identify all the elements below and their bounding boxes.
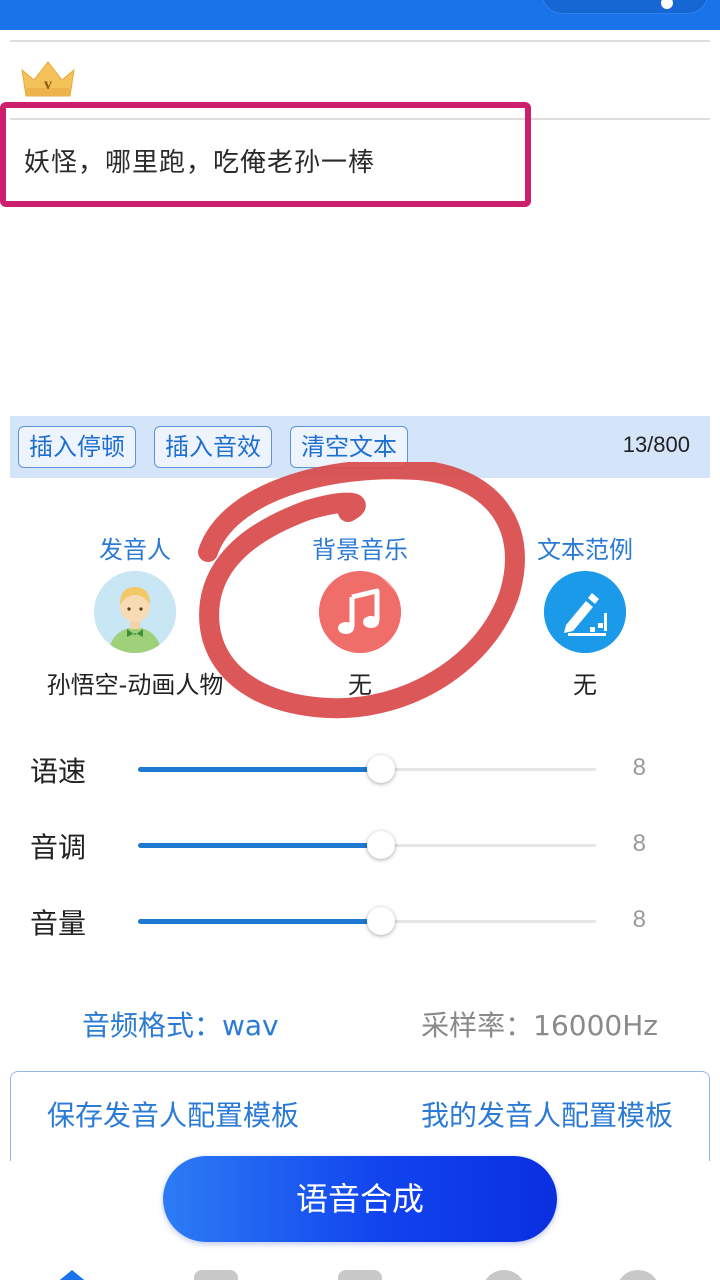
audio-format-row: 音频格式：wav 采样率：16000Hz	[0, 1000, 720, 1044]
bgm-title: 背景音乐	[312, 536, 408, 564]
insert-pause-button[interactable]: 插入停顿	[18, 426, 136, 468]
template-panel: 保存发音人配置模板 我的发音人配置模板	[10, 1071, 710, 1161]
bgm-option[interactable]: 背景音乐 无	[280, 530, 440, 700]
volume-slider-row: 音量 8	[30, 902, 670, 942]
speaker-option[interactable]: 发音人 孙悟空-动画人物	[30, 530, 240, 700]
volume-label: 音量	[30, 907, 87, 940]
volume-slider-thumb[interactable]	[366, 907, 395, 935]
synthesize-button[interactable]: 语音合成	[163, 1156, 557, 1242]
speaker-value: 孙悟空-动画人物	[46, 671, 224, 699]
volume-slider[interactable]	[138, 907, 596, 935]
top-action-pill[interactable]	[542, 0, 708, 14]
divider	[10, 40, 710, 42]
edit-pencil-icon[interactable]	[544, 571, 626, 653]
pitch-slider-row: 音调 8	[30, 826, 670, 866]
nav-home-icon[interactable]	[50, 1270, 94, 1280]
audio-format-select[interactable]: 音频格式：wav	[82, 1004, 279, 1044]
char-counter: 13/800	[622, 432, 690, 457]
editor-toolbar: 插入停顿 插入音效 清空文本 13/800	[10, 416, 710, 478]
speed-slider-thumb[interactable]	[366, 755, 395, 783]
clear-text-button[interactable]: 清空文本	[290, 426, 408, 468]
speed-slider-row: 语速 8	[30, 750, 670, 790]
my-templates-button[interactable]: 我的发音人配置模板	[421, 1094, 673, 1134]
volume-slider-fill	[138, 919, 381, 924]
insert-effect-button[interactable]: 插入音效	[154, 426, 272, 468]
pitch-slider[interactable]	[138, 831, 596, 859]
volume-value: 8	[632, 906, 646, 933]
bgm-value: 无	[348, 671, 372, 699]
vip-crown-icon[interactable]: v	[20, 58, 76, 98]
music-note-icon[interactable]	[319, 571, 401, 653]
vip-badge-letter: v	[44, 76, 52, 93]
save-template-button[interactable]: 保存发音人配置模板	[47, 1094, 299, 1134]
speed-value: 8	[632, 754, 646, 781]
speaker-title: 发音人	[99, 536, 171, 564]
text-example-title: 文本范例	[537, 536, 633, 564]
pitch-slider-fill	[138, 843, 381, 848]
speed-slider-fill	[138, 767, 381, 772]
speed-label: 语速	[30, 755, 87, 788]
bottom-nav	[0, 1266, 720, 1280]
nav-item-icon[interactable]	[482, 1270, 526, 1280]
text-editor[interactable]: 妖怪，哪里跑，吃俺老孙一棒	[10, 120, 710, 416]
nav-item-icon[interactable]	[194, 1270, 238, 1280]
pitch-label: 音调	[30, 831, 87, 864]
pitch-value: 8	[632, 830, 646, 857]
nav-item-icon[interactable]	[338, 1270, 382, 1280]
cartoon-avatar-icon[interactable]	[94, 571, 176, 653]
pitch-slider-thumb[interactable]	[366, 831, 395, 859]
top-app-bar	[0, 0, 720, 30]
pill-indicator-icon	[661, 0, 673, 9]
sample-rate-select[interactable]: 采样率：16000Hz	[421, 1004, 658, 1044]
nav-profile-icon[interactable]	[616, 1270, 660, 1280]
text-example-value: 无	[573, 671, 597, 699]
editor-text[interactable]: 妖怪，哪里跑，吃俺老孙一棒	[24, 142, 375, 179]
text-example-option[interactable]: 文本范例 无	[510, 530, 660, 700]
speed-slider[interactable]	[138, 755, 596, 783]
